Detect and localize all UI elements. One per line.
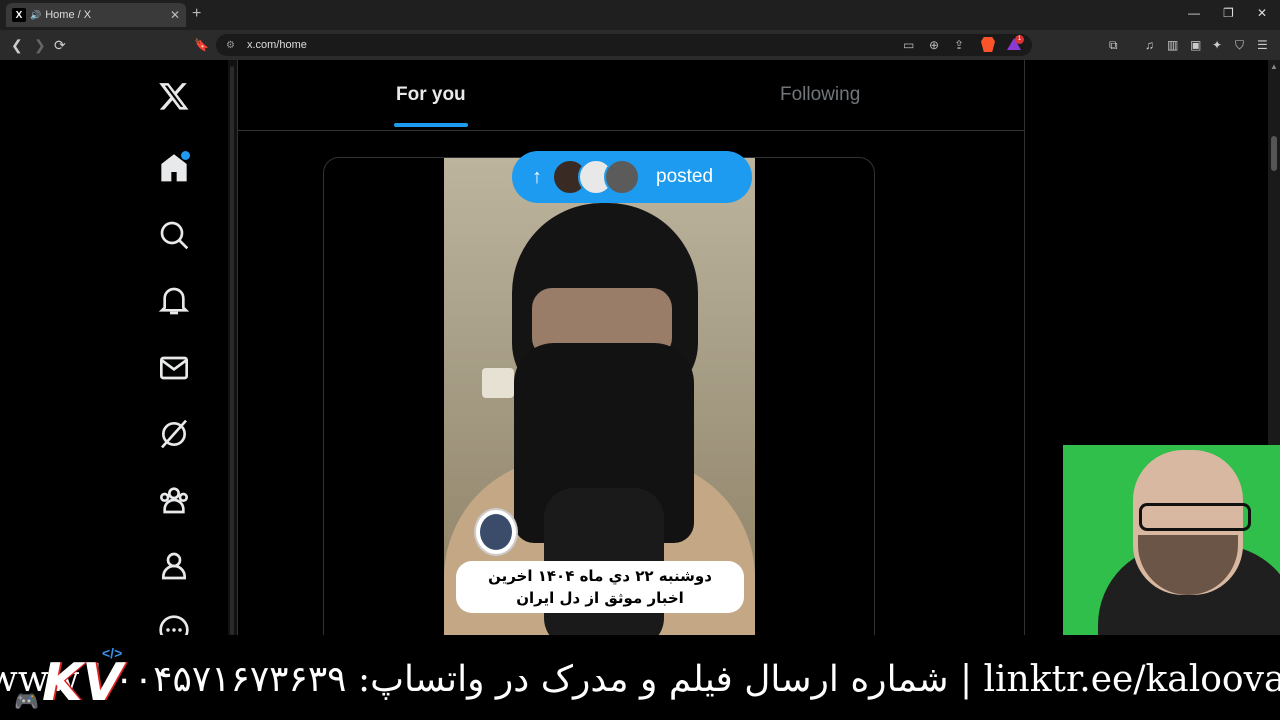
zoom-icon[interactable]: ⊕ — [929, 38, 939, 52]
audio-icon[interactable]: 🔊 — [30, 10, 41, 21]
browser-tab[interactable]: X 🔊 Home / X ✕ — [6, 3, 186, 27]
cast-icon[interactable]: ▭ — [903, 38, 914, 52]
tab-title: Home / X — [45, 9, 92, 21]
back-icon[interactable]: ❮ — [11, 37, 23, 54]
minimize-button[interactable]: — — [1188, 6, 1200, 20]
browser-toolbar: ❮ ❯ ⟳ 🔖 ⚙ x.com/home ▭ ⊕ ⇪ 1 ⧉ ♫ ▥ ▣ ✦ ⛉… — [0, 30, 1280, 60]
menu-icon[interactable]: ☰ — [1257, 38, 1268, 52]
close-window-button[interactable]: ✕ — [1257, 6, 1267, 20]
x-left-nav — [140, 60, 230, 645]
video-caption-line-1: دوشنبه ۲۲ دي ماه ۱۴۰۴ اخرين — [488, 567, 712, 585]
page-scrollbar-thumb[interactable] — [1271, 136, 1277, 171]
search-icon[interactable] — [156, 217, 192, 253]
screenshot-icon[interactable]: ⧉ — [1109, 38, 1118, 53]
avatar — [604, 159, 640, 195]
reload-icon[interactable]: ⟳ — [54, 37, 66, 54]
logo-letters: KV — [42, 653, 123, 713]
grok-icon[interactable] — [156, 416, 192, 452]
tab-for-you[interactable]: For you — [396, 84, 466, 106]
timeline: For you Following دوشنبه ۲۲ دي ماه ۱۴۰۴ … — [237, 60, 1025, 657]
x-favicon-icon: X — [12, 8, 26, 22]
gamepad-icon: 🎮 — [14, 691, 39, 713]
browser-tab-bar: X 🔊 Home / X ✕ + — ❐ ✕ — [0, 0, 1280, 30]
channel-logo — [474, 508, 518, 556]
channel-logo-portrait — [480, 514, 512, 550]
leo-ai-icon[interactable]: ✦ — [1212, 38, 1222, 52]
active-tab-indicator — [394, 123, 468, 127]
share-icon[interactable]: ⇪ — [954, 38, 964, 52]
banner-ticker-text: www | شماره ارسال فیلم و مدرک در واتساپ:… — [0, 659, 1280, 700]
channel-kv-logo: KV </> 🎮 — [14, 643, 139, 715]
post-video[interactable]: دوشنبه ۲۲ دي ماه ۱۴۰۴ اخرين اخبار موثق ا… — [444, 158, 755, 638]
video-wall-switch — [482, 368, 514, 398]
close-tab-icon[interactable]: ✕ — [170, 8, 180, 22]
rewards-badge: 1 — [1015, 35, 1024, 44]
bookmark-icon[interactable]: 🔖 — [194, 38, 209, 52]
post-media-card[interactable]: دوشنبه ۲۲ دي ماه ۱۴۰۴ اخرين اخبار موثق ا… — [323, 157, 875, 657]
video-caption-line-2: اخبار موثق از دل ايران — [516, 589, 684, 607]
forward-icon[interactable]: ❯ — [34, 37, 46, 54]
media-icon[interactable]: ♫ — [1145, 38, 1154, 52]
tab-following[interactable]: Following — [780, 84, 860, 106]
timeline-tabs: For you Following — [238, 60, 1024, 131]
mail-icon[interactable] — [156, 350, 192, 386]
notification-dot — [181, 151, 190, 160]
bottom-banner: www | شماره ارسال فیلم و مدرک در واتساپ:… — [0, 635, 1280, 720]
posted-label: posted — [656, 166, 714, 187]
home-icon[interactable] — [156, 150, 192, 186]
video-caption: دوشنبه ۲۲ دي ماه ۱۴۰۴ اخرين اخبار موثق ا… — [456, 561, 744, 613]
scroll-up-icon[interactable]: ▲ — [1270, 62, 1278, 71]
sidebar-icon[interactable]: ▥ — [1167, 38, 1178, 52]
url-text[interactable]: x.com/home — [247, 39, 307, 51]
restore-button[interactable]: ❐ — [1223, 6, 1234, 20]
new-posts-pill[interactable]: ↑ posted — [512, 151, 752, 203]
code-icon: </> — [102, 645, 123, 661]
wallet-icon[interactable]: ▣ — [1190, 38, 1201, 52]
communities-icon[interactable] — [156, 482, 192, 518]
site-info-icon[interactable]: ⚙ — [226, 40, 235, 51]
webcam-presenter-glasses — [1139, 503, 1251, 531]
vpn-icon[interactable]: ⛉ — [1235, 38, 1244, 53]
webcam-overlay — [1063, 445, 1280, 635]
arrow-up-icon: ↑ — [532, 165, 542, 188]
left-scrollbar-thumb[interactable] — [230, 66, 234, 635]
x-logo-icon[interactable] — [156, 78, 192, 114]
new-tab-button[interactable]: + — [192, 5, 201, 23]
profile-icon[interactable] — [156, 548, 192, 584]
bell-icon[interactable] — [156, 283, 192, 319]
